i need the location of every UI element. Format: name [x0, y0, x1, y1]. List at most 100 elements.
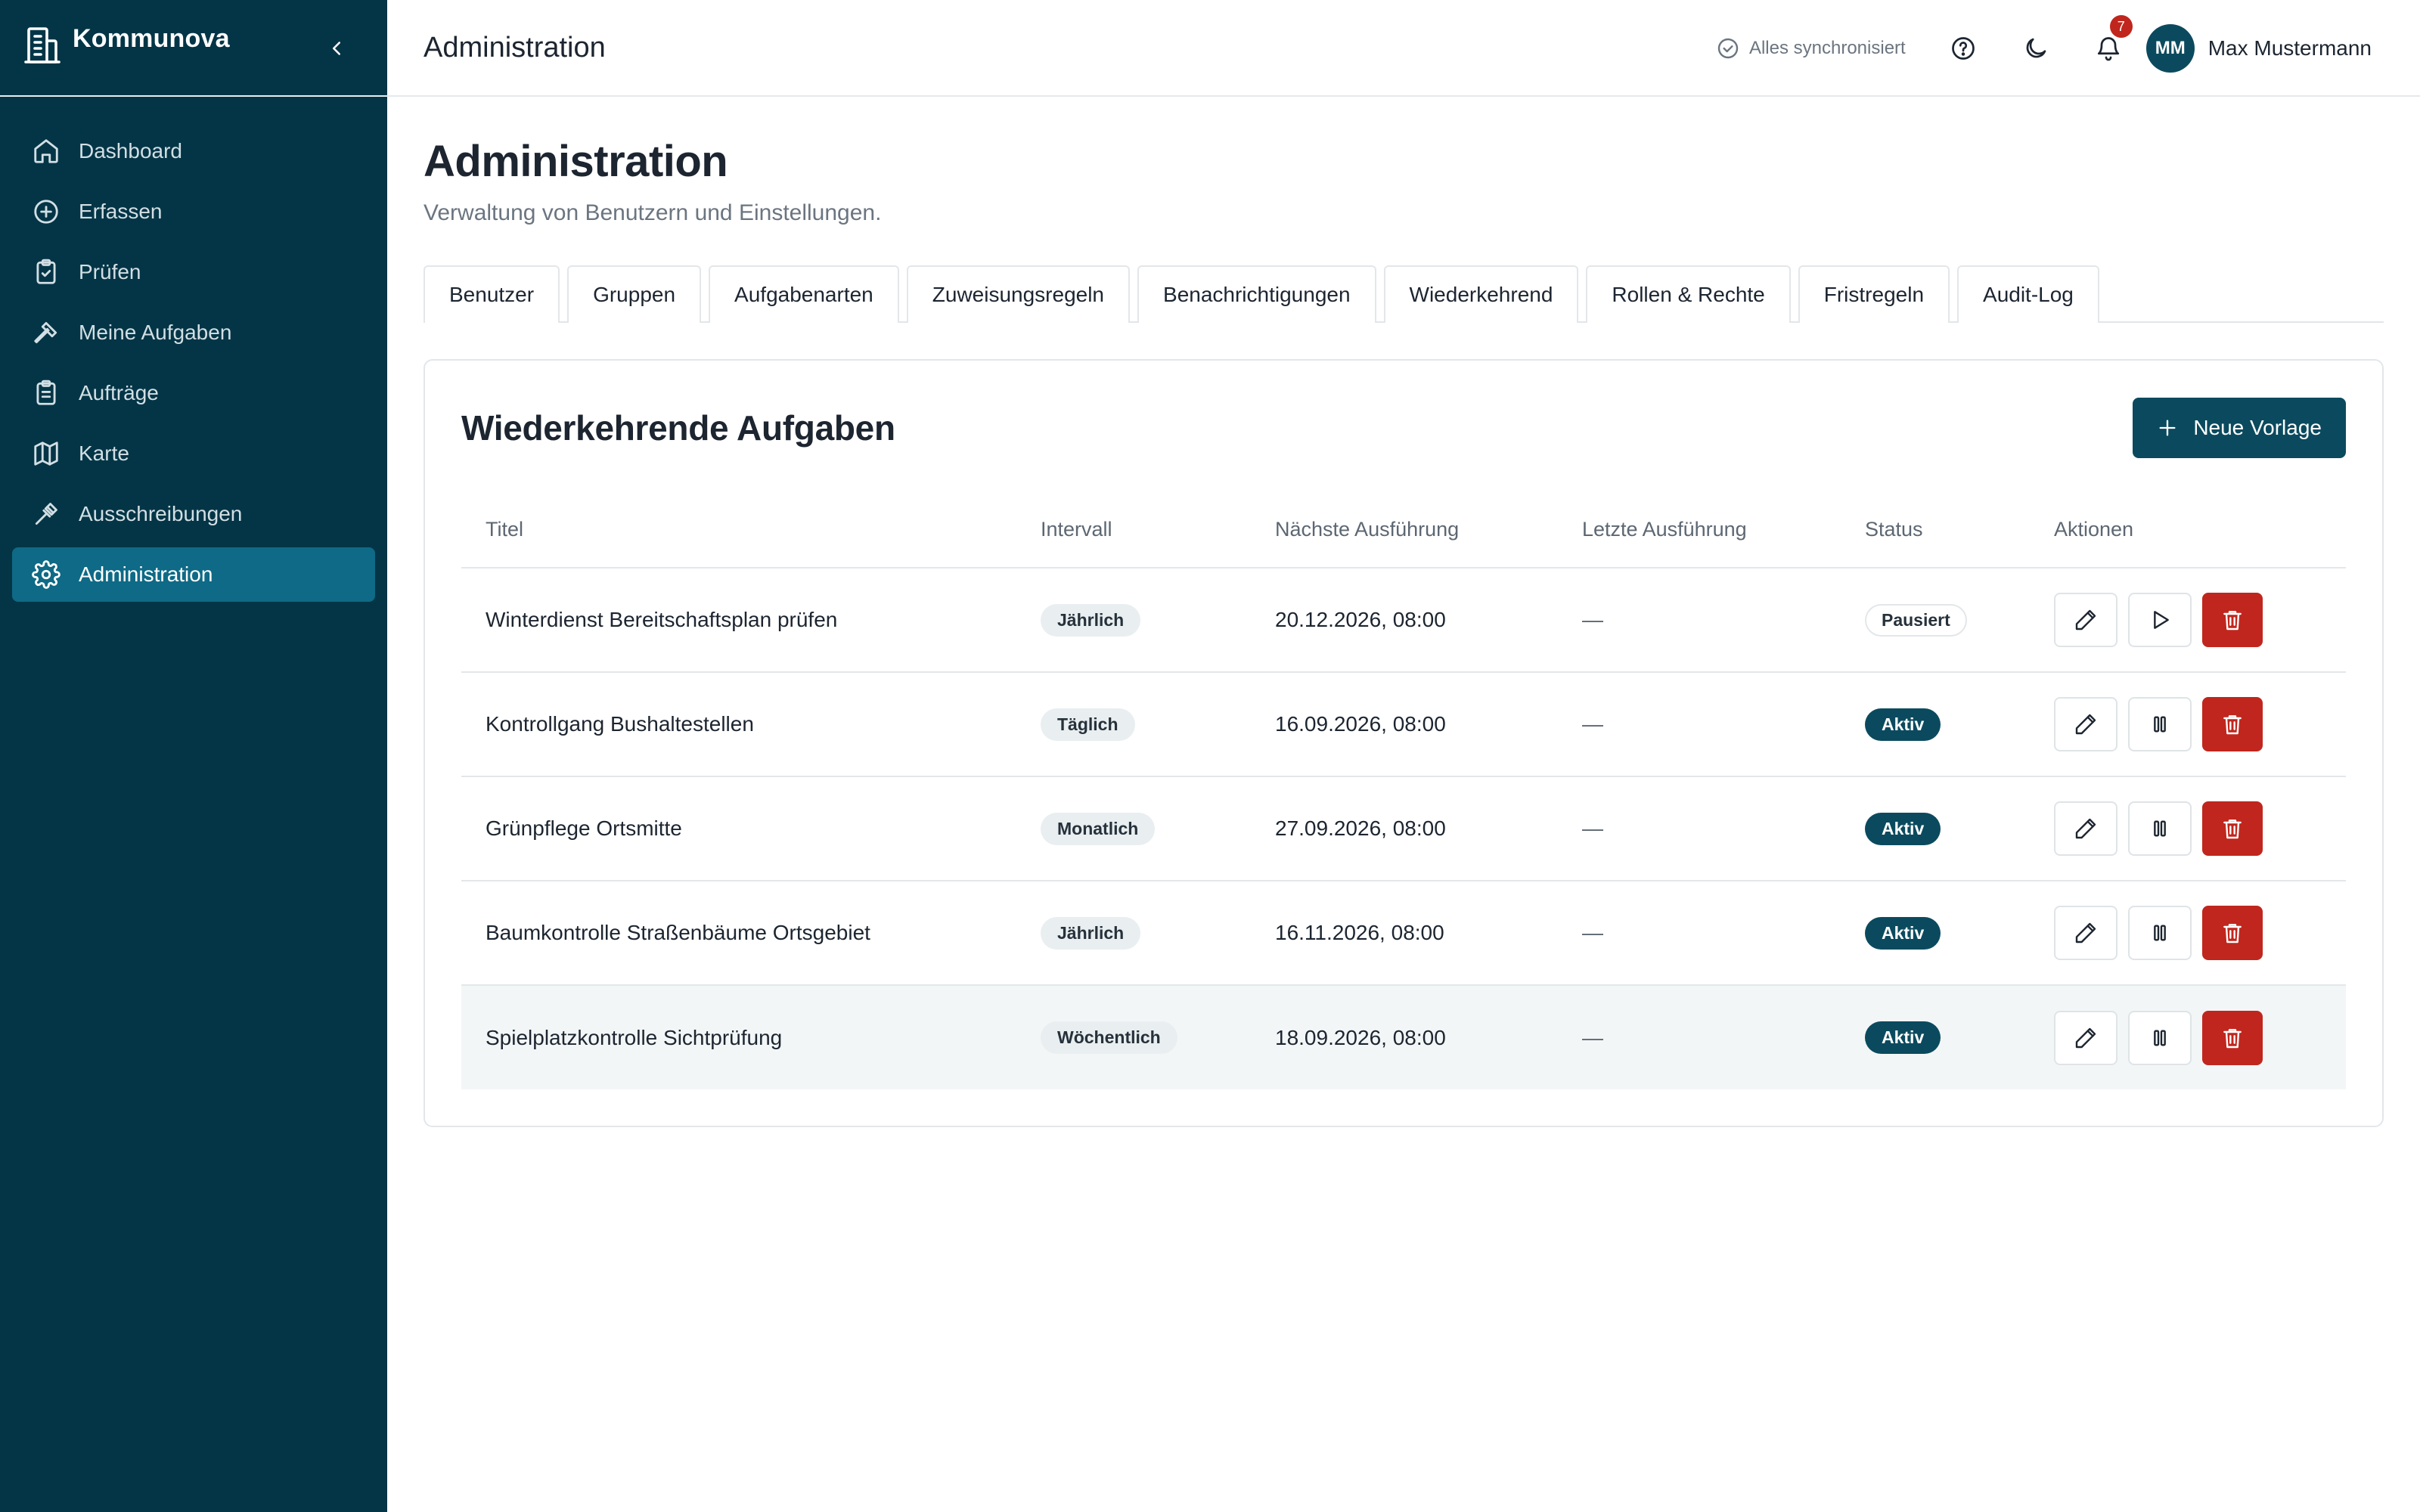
pencil-icon [2075, 714, 2096, 735]
plus-icon [2159, 420, 2176, 436]
tab-rollen-rechte[interactable]: Rollen & Rechte [1586, 265, 1791, 323]
play-icon [2154, 611, 2169, 629]
sidebar-item-karte[interactable]: Karte [12, 426, 375, 481]
sync-status: Alles synchronisiert [1716, 36, 1906, 60]
gear-icon [32, 560, 60, 589]
sidebar-item-label: Ausschreibungen [79, 502, 243, 525]
sidebar-item-ausschreibungen[interactable]: Ausschreibungen [12, 487, 375, 541]
hammer-icon [34, 321, 57, 344]
row-actions [2054, 593, 2346, 647]
row-title: Baumkontrolle Straßenbäume Ortsgebiet [461, 881, 1016, 986]
new-template-label: Neue Vorlage [2193, 416, 2322, 439]
home-icon [34, 139, 58, 163]
sidebar-item-pruefen[interactable]: Prüfen [12, 245, 375, 299]
edit-button[interactable] [2054, 1010, 2118, 1065]
table-row: Kontrollgang Bushaltestellen Täglich 16.… [461, 672, 2346, 777]
delete-button[interactable] [2202, 906, 2263, 960]
sidebar-item-dashboard[interactable]: Dashboard [12, 124, 375, 178]
user-name[interactable]: Max Mustermann [2208, 36, 2372, 60]
interval-badge: Monatlich [1041, 812, 1156, 845]
pause-button[interactable] [2128, 697, 2192, 751]
sidebar-item-label: Dashboard [79, 139, 182, 163]
moon-icon [2026, 38, 2046, 58]
status-badge: Aktiv [1865, 812, 1941, 845]
recurring-tasks-card: Wiederkehrende Aufgaben Neue Vorlage Tit… [424, 359, 2384, 1127]
trash-icon [2223, 715, 2242, 735]
edit-button[interactable] [2054, 593, 2118, 647]
sidebar-item-erfassen[interactable]: Erfassen [12, 184, 375, 239]
tab-fristregeln[interactable]: Fristregeln [1798, 265, 1950, 323]
edit-button[interactable] [2054, 801, 2118, 856]
status-badge: Pausiert [1865, 603, 1967, 637]
tab-audit-log[interactable]: Audit-Log [1957, 265, 2099, 323]
tab-wiederkehrend[interactable]: Wiederkehrend [1383, 265, 1579, 323]
tab-benachrichtigungen[interactable]: Benachrichtigungen [1137, 265, 1376, 323]
page-subtitle: Verwaltung von Benutzern und Einstellung… [424, 200, 882, 225]
tab-aufgabenarten[interactable]: Aufgabenarten [709, 265, 899, 323]
row-last-run: — [1558, 776, 1841, 881]
pause-button[interactable] [2128, 906, 2192, 960]
row-next-run: 20.12.2026, 08:00 [1251, 568, 1558, 673]
delete-button[interactable] [2202, 1010, 2263, 1065]
pause-icon [2154, 925, 2166, 941]
row-next-run: 18.09.2026, 08:00 [1251, 985, 1558, 1089]
row-title: Grünpflege Ortsmitte [461, 776, 1016, 881]
delete-button[interactable] [2202, 593, 2263, 647]
pencil-icon [2075, 922, 2096, 943]
row-title: Winterdienst Bereitschaftsplan prüfen [461, 568, 1016, 673]
row-actions [2054, 801, 2346, 856]
column-header-actions: Aktionen [2030, 492, 2346, 569]
pencil-icon [2075, 1027, 2096, 1048]
avatar[interactable]: MM [2145, 24, 2195, 73]
column-header-title: Titel [461, 492, 1016, 569]
tab-gruppen[interactable]: Gruppen [567, 265, 702, 323]
status-badge: Aktiv [1865, 708, 1941, 741]
sidebar-item-auftraege[interactable]: Aufträge [12, 366, 375, 420]
chevron-left-icon[interactable] [325, 35, 348, 62]
table-row: Baumkontrolle Straßenbäume Ortsgebiet Jä… [461, 881, 2346, 986]
row-next-run: 16.09.2026, 08:00 [1251, 672, 1558, 777]
brand: Kommunova [0, 0, 387, 97]
trash-icon [2223, 820, 2242, 839]
new-template-button[interactable]: Neue Vorlage [2133, 398, 2346, 458]
row-next-run: 27.09.2026, 08:00 [1251, 776, 1558, 881]
building-logo-icon [24, 27, 60, 64]
card-header: Wiederkehrende Aufgaben Neue Vorlage [461, 397, 2346, 459]
interval-badge: Wöchentlich [1041, 1021, 1177, 1054]
row-last-run: — [1558, 672, 1841, 777]
resume-button[interactable] [2128, 593, 2192, 647]
edit-button[interactable] [2054, 906, 2118, 960]
delete-button[interactable] [2202, 801, 2263, 856]
dark-mode-toggle[interactable] [2019, 32, 2052, 65]
main-content: Administration Verwaltung von Benutzern … [424, 97, 2384, 1127]
bell-icon [2097, 37, 2119, 61]
recurring-tasks-table: Titel Intervall Nächste Ausführung Letzt… [461, 492, 2346, 1089]
pencil-icon [2075, 818, 2096, 839]
notification-badge: 7 [2109, 15, 2133, 38]
sync-status-label: Alles synchronisiert [1748, 38, 1906, 58]
interval-badge: Täglich [1041, 708, 1135, 741]
delete-button[interactable] [2202, 697, 2263, 751]
column-header-last-run: Letzte Ausführung [1558, 492, 1841, 569]
tab-zuweisungsregeln[interactable]: Zuweisungsregeln [906, 265, 1131, 323]
column-header-interval: Intervall [1016, 492, 1251, 569]
sidebar-item-label: Aufträge [79, 381, 159, 404]
tab-benutzer[interactable]: Benutzer [424, 265, 560, 323]
notifications-button[interactable]: 7 [2092, 15, 2133, 65]
edit-button[interactable] [2054, 697, 2118, 751]
trash-icon [2223, 1028, 2242, 1048]
interval-badge: Jährlich [1041, 603, 1141, 637]
row-last-run: — [1558, 881, 1841, 986]
help-button[interactable] [1947, 32, 1980, 65]
row-title: Spielplatzkontrolle Sichtprüfung [461, 985, 1016, 1089]
table-header-row: Titel Intervall Nächste Ausführung Letzt… [461, 492, 2346, 569]
pause-button[interactable] [2128, 801, 2192, 856]
column-header-status: Status [1841, 492, 2030, 569]
sidebar-item-meine-aufgaben[interactable]: Meine Aufgaben [12, 305, 375, 360]
sidebar-item-administration[interactable]: Administration [12, 547, 375, 602]
gavel-icon [35, 503, 57, 525]
pause-icon [2154, 1029, 2166, 1046]
clipboard-check-icon [36, 259, 56, 284]
pause-button[interactable] [2128, 1010, 2192, 1065]
sidebar: Kommunova Dashboard Erfassen Prüfen Mein… [0, 0, 387, 1512]
